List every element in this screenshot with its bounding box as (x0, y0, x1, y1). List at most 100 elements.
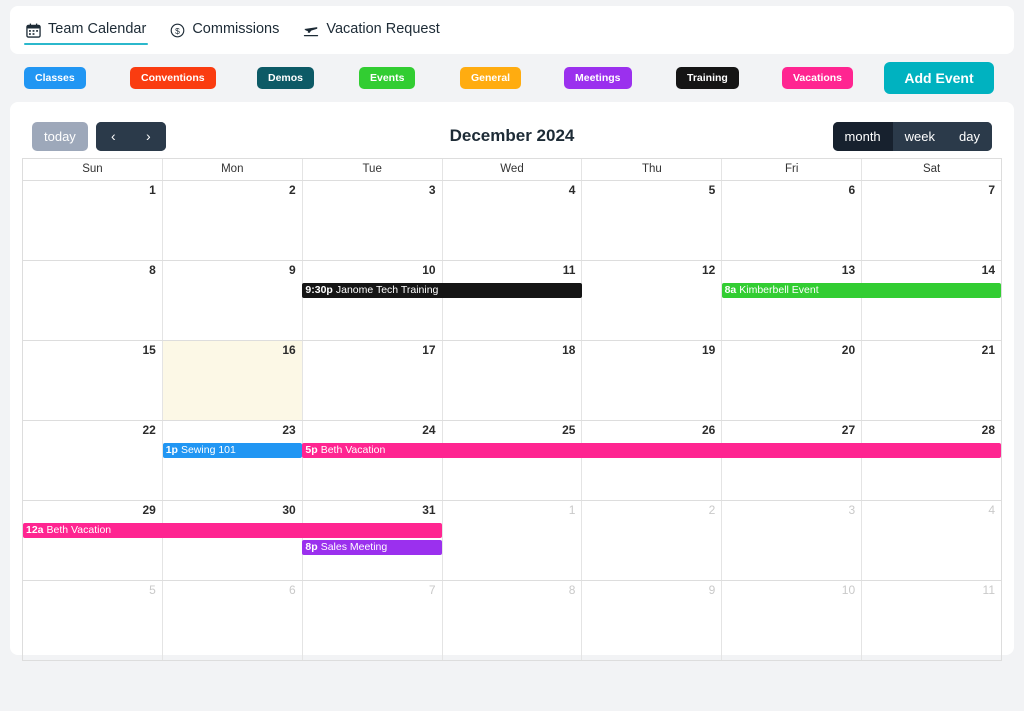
calendar-event[interactable]: 12a Beth Vacation (23, 523, 443, 538)
calendar-toolbar: today ‹ › December 2024 month week day (22, 114, 1002, 158)
day-number[interactable]: 16 (282, 343, 295, 357)
event-layer: 12a Beth Vacation 8p Sales Meeting (23, 523, 1001, 580)
category-chip-classes[interactable]: Classes (24, 67, 86, 89)
day-number[interactable]: 20 (842, 343, 855, 357)
tab-team-calendar[interactable]: Team Calendar (24, 7, 149, 53)
day-number[interactable]: 10 (422, 263, 435, 277)
calendar-week-row: 5 6 7 8 9 10 11 (23, 581, 1001, 661)
calendar-weeks: 1 2 3 4 5 6 7 8 9 10 11 12 13 14 9:30p Janome Tech Trai… (23, 181, 1001, 661)
day-number[interactable]: 17 (422, 343, 435, 357)
day-number[interactable]: 1 (149, 183, 156, 197)
add-event-button[interactable]: Add Event (884, 62, 994, 94)
tab-label: Team Calendar (48, 21, 147, 38)
app-root: Team Calendar $ Commissions Vacation Req… (0, 0, 1024, 711)
day-number[interactable]: 6 (289, 583, 296, 597)
calendar-grid: Sun Mon Tue Wed Thu Fri Sat 1 2 3 4 5 6 7 8 9 10 11 12 13 1… (22, 158, 1002, 661)
day-number[interactable]: 4 (988, 503, 995, 517)
calendar-event[interactable]: 5p Beth Vacation (302, 443, 1001, 458)
day-number[interactable]: 8 (149, 263, 156, 277)
day-of-week-thu: Thu (582, 159, 723, 180)
event-layer (23, 363, 1001, 420)
day-number[interactable]: 3 (429, 183, 436, 197)
day-number[interactable]: 7 (429, 583, 436, 597)
calendar-icon (26, 23, 41, 38)
day-number[interactable]: 3 (848, 503, 855, 517)
svg-text:$: $ (175, 25, 180, 35)
day-number[interactable]: 11 (983, 583, 995, 597)
event-title: Janome Tech Training (335, 284, 439, 296)
category-chip-conventions[interactable]: Conventions (130, 67, 216, 89)
today-button[interactable]: today (32, 121, 88, 151)
day-of-week-mon: Mon (163, 159, 303, 180)
day-number[interactable]: 13 (842, 263, 855, 277)
day-number[interactable]: 4 (569, 183, 576, 197)
day-number[interactable]: 12 (702, 263, 715, 277)
view-button-month[interactable]: month (832, 121, 893, 151)
event-time: 1p (165, 444, 178, 456)
calendar-event[interactable]: 9:30p Janome Tech Training (302, 283, 582, 298)
tab-commissions[interactable]: $ Commissions (168, 7, 281, 53)
day-number[interactable]: 23 (282, 423, 295, 437)
category-chip-vacations[interactable]: Vacations (782, 67, 854, 89)
event-title: Sewing 101 (180, 444, 236, 456)
calendar-event[interactable]: 1p Sewing 101 (162, 443, 303, 458)
day-number[interactable]: 1 (569, 503, 576, 517)
day-number[interactable]: 11 (563, 263, 576, 277)
day-number[interactable]: 2 (709, 503, 716, 517)
day-number[interactable]: 18 (562, 343, 575, 357)
event-title: Sales Meeting (320, 541, 388, 553)
day-number[interactable]: 8 (569, 583, 576, 597)
event-time: 5p (305, 444, 318, 456)
day-number[interactable]: 15 (143, 343, 156, 357)
day-number[interactable]: 28 (982, 423, 995, 437)
calendar-week-row: 15 16 17 18 19 20 21 (23, 341, 1001, 421)
day-number[interactable]: 9 (709, 583, 716, 597)
category-chip-general[interactable]: General (460, 67, 522, 89)
day-number[interactable]: 10 (842, 583, 855, 597)
day-number[interactable]: 6 (848, 183, 855, 197)
day-number[interactable]: 22 (143, 423, 156, 437)
day-number[interactable]: 5 (709, 183, 716, 197)
day-of-week-sat: Sat (922, 163, 941, 175)
prev-month-button[interactable]: ‹ (95, 121, 131, 151)
day-of-week-sun: Sun (23, 159, 163, 180)
day-number[interactable]: 24 (422, 423, 435, 437)
day-number[interactable]: 31 (422, 503, 435, 517)
dollar-circle-icon: $ (170, 23, 185, 38)
day-number[interactable]: 21 (982, 343, 995, 357)
day-number[interactable]: 27 (842, 423, 855, 437)
category-chip-training[interactable]: Training (676, 67, 739, 89)
category-chip-meetings[interactable]: Meetings (564, 67, 632, 89)
toolbar-left-group: today ‹ › (32, 121, 166, 151)
calendar-week-row: 22 23 24 25 26 27 28 1p Sewing 101 5p Beth Vacatio… (23, 421, 1001, 501)
event-time: 9:30p (305, 284, 333, 296)
day-number[interactable]: 7 (988, 183, 995, 197)
category-chip-demos[interactable]: Demos (257, 67, 315, 89)
next-month-button[interactable]: › (130, 121, 166, 151)
day-number[interactable]: 30 (282, 503, 295, 517)
view-switcher: month week day (832, 121, 992, 151)
event-layer: 9:30p Janome Tech Training 8a Kimberbell Ev… (23, 283, 1001, 340)
airplane-takeoff-icon (303, 23, 319, 38)
calendar-week-row: 29 30 31 1 2 3 4 12a Beth Vacation 8p Sales Meetin… (23, 501, 1001, 581)
calendar-event[interactable]: 8a Kimberbell Event (721, 283, 1001, 298)
calendar-event[interactable]: 8p Sales Meeting (302, 540, 443, 555)
day-of-week-wed: Wed (443, 159, 583, 180)
day-number[interactable]: 2 (289, 183, 296, 197)
day-of-week-header: Sun Mon Tue Wed Thu Fri Sat (23, 159, 1001, 181)
view-button-day[interactable]: day (947, 121, 992, 151)
category-chip-events[interactable]: Events (359, 67, 416, 89)
day-number[interactable]: 5 (149, 583, 156, 597)
day-number[interactable]: 14 (982, 263, 995, 277)
day-number[interactable]: 26 (702, 423, 715, 437)
day-number[interactable]: 25 (562, 423, 575, 437)
category-filter-row: Classes Conventions Demos Events General… (10, 54, 1014, 102)
event-title: Beth Vacation (46, 524, 112, 536)
day-number[interactable]: 19 (702, 343, 715, 357)
event-layer (23, 203, 1001, 260)
day-number[interactable]: 29 (143, 503, 156, 517)
view-button-week[interactable]: week (892, 121, 948, 151)
tab-vacation-request[interactable]: Vacation Request (301, 7, 441, 53)
main-tabbar: Team Calendar $ Commissions Vacation Req… (10, 6, 1014, 54)
day-number[interactable]: 9 (289, 263, 296, 277)
